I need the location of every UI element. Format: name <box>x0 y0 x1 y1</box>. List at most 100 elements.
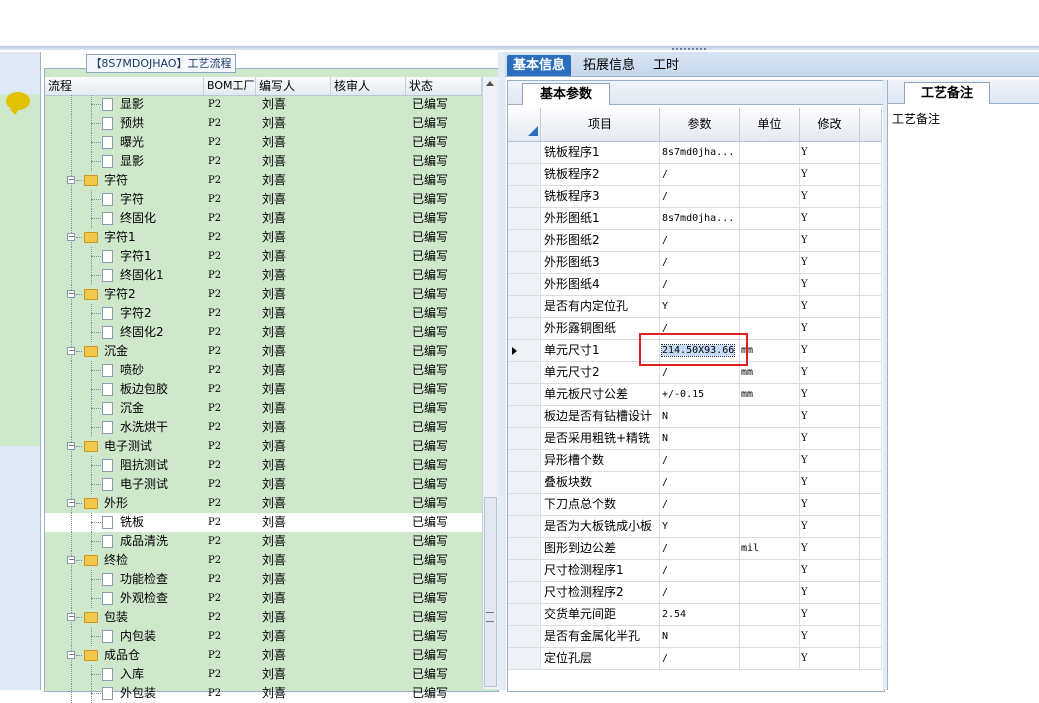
param-modify-cell[interactable]: Y <box>800 384 860 405</box>
param-value-cell[interactable]: / <box>660 164 740 185</box>
row-indicator[interactable] <box>508 428 541 449</box>
collapse-icon[interactable]: − <box>67 651 75 659</box>
param-unit-cell[interactable] <box>740 604 800 625</box>
param-modify-cell[interactable]: Y <box>800 428 860 449</box>
param-modify-cell[interactable]: Y <box>800 560 860 581</box>
tree-row[interactable]: 功能检查 P2 刘喜 已编写 <box>45 570 482 589</box>
tree-row[interactable]: 终固化1 P2 刘喜 已编写 <box>45 266 482 285</box>
param-item-cell[interactable]: 单元板尺寸公差 <box>541 384 660 405</box>
tree-row[interactable]: 终固化2 P2 刘喜 已编写 <box>45 323 482 342</box>
tree-folder-row[interactable]: − 字符2 P2 刘喜 已编写 <box>45 285 482 304</box>
param-item-cell[interactable]: 异形槽个数 <box>541 450 660 471</box>
scroll-up-icon[interactable] <box>486 81 494 86</box>
param-value-cell[interactable]: 2.54 <box>660 604 740 625</box>
param-value-cell[interactable]: / <box>660 472 740 493</box>
param-item-cell[interactable]: 是否有金属化半孔 <box>541 626 660 647</box>
param-item-cell[interactable]: 外形图纸1 <box>541 208 660 229</box>
row-indicator[interactable] <box>508 142 541 163</box>
param-unit-cell[interactable] <box>740 516 800 537</box>
param-item-cell[interactable]: 铣板程序2 <box>541 164 660 185</box>
param-value-cell[interactable]: / <box>660 274 740 295</box>
row-indicator[interactable] <box>508 252 541 273</box>
param-row[interactable]: 外形图纸2/ Y <box>508 230 882 252</box>
param-value-cell[interactable]: / <box>660 538 740 559</box>
param-modify-cell[interactable]: Y <box>800 406 860 427</box>
param-row[interactable]: 外形图纸1 8s7md0jha... Y <box>508 208 882 230</box>
param-unit-cell[interactable] <box>740 252 800 273</box>
param-unit-cell[interactable]: mm <box>740 384 800 405</box>
tab-basic-info[interactable]: 基本信息 <box>507 55 572 76</box>
row-indicator[interactable] <box>508 538 541 559</box>
tab-extended-info[interactable]: 拓展信息 <box>577 55 641 76</box>
grid-corner[interactable] <box>508 108 541 141</box>
param-row[interactable]: 铣板程序3/ Y <box>508 186 882 208</box>
param-row[interactable]: 单元板尺寸公差 +/-0.15 mm Y <box>508 384 882 406</box>
param-modify-cell[interactable]: Y <box>800 252 860 273</box>
param-modify-cell[interactable]: Y <box>800 318 860 339</box>
param-modify-cell[interactable]: Y <box>800 186 860 207</box>
param-value-cell[interactable]: / <box>660 252 740 273</box>
row-indicator[interactable] <box>508 274 541 295</box>
param-item-cell[interactable]: 外形图纸4 <box>541 274 660 295</box>
param-modify-cell[interactable]: Y <box>800 362 860 383</box>
row-indicator[interactable] <box>508 472 541 493</box>
tab-basic-params[interactable]: 基本参数 <box>522 83 610 105</box>
param-unit-cell[interactable] <box>740 494 800 515</box>
collapse-icon[interactable]: − <box>67 347 75 355</box>
param-modify-cell[interactable]: Y <box>800 582 860 603</box>
param-item-cell[interactable]: 尺寸检测程序1 <box>541 560 660 581</box>
param-unit-cell[interactable] <box>740 450 800 471</box>
param-modify-cell[interactable]: Y <box>800 164 860 185</box>
param-unit-cell[interactable] <box>740 472 800 493</box>
param-row[interactable]: 是否有金属化半孔 N Y <box>508 626 882 648</box>
tab-process-notes[interactable]: 工艺备注 <box>904 82 990 104</box>
param-value-cell[interactable]: / <box>660 230 740 251</box>
param-value-cell[interactable]: / <box>660 494 740 515</box>
row-indicator[interactable] <box>508 450 541 471</box>
col-status[interactable]: 状态 <box>406 77 482 95</box>
tree-row[interactable]: 终固化 P2 刘喜 已编写 <box>45 209 482 228</box>
tree-scrollbar[interactable] <box>482 77 498 689</box>
tree-row[interactable]: 外观检查 P2 刘喜 已编写 <box>45 589 482 608</box>
row-indicator[interactable] <box>508 560 541 581</box>
row-indicator[interactable] <box>508 230 541 251</box>
param-item-cell[interactable]: 定位孔层 <box>541 648 660 669</box>
param-unit-cell[interactable] <box>740 142 800 163</box>
row-indicator[interactable] <box>508 516 541 537</box>
param-value-cell[interactable]: Y <box>660 516 740 537</box>
param-unit-cell[interactable] <box>740 406 800 427</box>
row-indicator[interactable] <box>508 384 541 405</box>
param-modify-cell[interactable]: Y <box>800 340 860 361</box>
param-modify-cell[interactable]: Y <box>800 604 860 625</box>
param-row[interactable]: 铣板程序1 8s7md0jha... Y <box>508 142 882 164</box>
tree-row[interactable]: 阻抗测试 P2 刘喜 已编写 <box>45 456 482 475</box>
param-value-cell[interactable]: / <box>660 560 740 581</box>
param-item-cell[interactable]: 板边是否有钻槽设计 <box>541 406 660 427</box>
col-item[interactable]: 项目 <box>541 108 660 141</box>
tree-row[interactable]: 字符2 P2 刘喜 已编写 <box>45 304 482 323</box>
col-unit[interactable]: 单位 <box>740 108 800 141</box>
tree-folder-row[interactable]: − 成品仓 P2 刘喜 已编写 <box>45 646 482 665</box>
tree-row[interactable]: 显影 P2 刘喜 已编写 <box>45 95 482 114</box>
param-row[interactable]: 交货单元间距 2.54 Y <box>508 604 882 626</box>
col-modify[interactable]: 修改 <box>800 108 860 141</box>
row-indicator[interactable] <box>508 494 541 515</box>
row-indicator[interactable] <box>508 340 541 361</box>
param-modify-cell[interactable]: Y <box>800 648 860 669</box>
tree-row[interactable]: 曝光 P2 刘喜 已编写 <box>45 133 482 152</box>
tree-folder-row[interactable]: − 字符 P2 刘喜 已编写 <box>45 171 482 190</box>
param-unit-cell[interactable] <box>740 164 800 185</box>
param-modify-cell[interactable]: Y <box>800 450 860 471</box>
row-indicator[interactable] <box>508 362 541 383</box>
param-row[interactable]: 定位孔层 / Y <box>508 648 882 670</box>
tree-row[interactable]: 预烘 P2 刘喜 已编写 <box>45 114 482 133</box>
vertical-splitter[interactable] <box>498 52 506 690</box>
tree-row[interactable]: 喷砂 P2 刘喜 已编写 <box>45 361 482 380</box>
row-indicator[interactable] <box>508 648 541 669</box>
param-item-cell[interactable]: 外形图纸3 <box>541 252 660 273</box>
param-value-cell[interactable]: +/-0.15 <box>660 384 740 405</box>
param-row[interactable]: 异形槽个数 / Y <box>508 450 882 472</box>
param-modify-cell[interactable]: Y <box>800 626 860 647</box>
tree-row[interactable]: 显影 P2 刘喜 已编写 <box>45 152 482 171</box>
col-param[interactable]: 参数 <box>660 108 740 141</box>
